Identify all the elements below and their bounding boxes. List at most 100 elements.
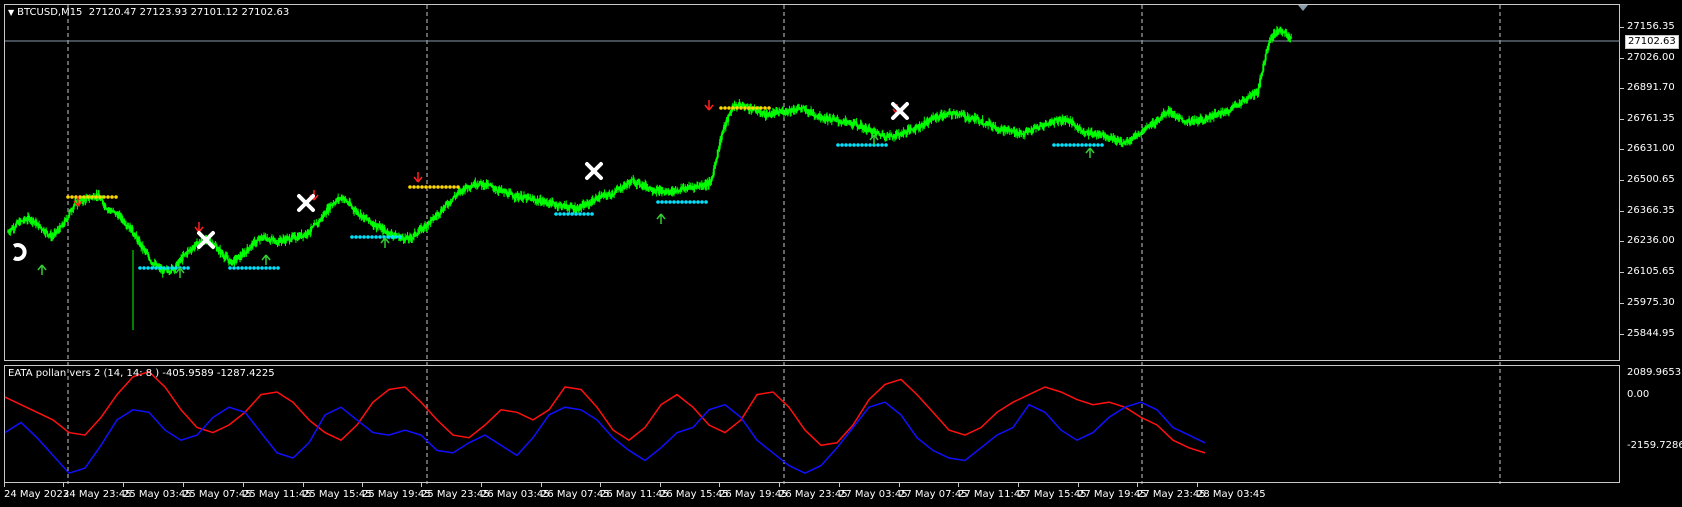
time-tick-mark [899,483,900,487]
resistance-dot [94,195,98,199]
buy-arrow-icon [1085,147,1095,158]
dropdown-triangle-icon[interactable]: ▼ [8,8,14,17]
support-dot [574,212,578,216]
candle-body [248,248,251,251]
time-tick-label: 28 May 03:45 [1197,489,1266,500]
support-dot [244,266,248,270]
support-dot [158,266,162,270]
resistance-dot [416,185,420,189]
resistance-dot [444,185,448,189]
support-dot [586,212,590,216]
candle-body [768,112,771,114]
time-tick-mark [1018,483,1019,487]
support-dot [390,235,394,239]
resistance-dot [452,185,456,189]
resistance-dot [82,195,86,199]
price-tick-mark [1620,88,1624,89]
resistance-dot [719,106,723,110]
support-dot [856,143,860,147]
buy-arrow-icon [656,213,666,224]
price-tick-label: 27156.35 [1627,21,1675,32]
indicator-tick-label: -2159.7286 [1627,440,1682,451]
sell-arrow-icon [194,222,204,233]
support-dot [228,266,232,270]
resistance-dot [763,106,767,110]
candle-body [227,259,230,261]
support-dot [1088,143,1092,147]
time-tick-mark [839,483,840,487]
price-tick-mark [1620,334,1624,335]
candle-body [416,232,419,236]
resistance-dot [456,185,460,189]
support-dot [366,235,370,239]
time-tick-mark [719,483,720,487]
support-dot [558,212,562,216]
support-dot [354,235,358,239]
support-dot [1056,143,1060,147]
price-tick-mark [1620,119,1624,120]
resistance-dot [735,106,739,110]
support-dot [264,266,268,270]
candle-body [1173,112,1176,117]
time-tick-mark [1078,483,1079,487]
indicator-label: EATA pollan vers 2 (14, 14: 8 ) [8,368,160,379]
buy-arrow-icon [175,267,185,278]
support-dot [656,200,660,204]
support-dot [696,200,700,204]
candle-body [712,168,715,176]
sell-arrow-icon [704,100,714,111]
price-tick-mark [1620,211,1624,212]
price-tick-mark [1620,27,1624,28]
time-tick-label: 27 May 15:45 [1018,489,1087,500]
support-dot [676,200,680,204]
resistance-dot [412,185,416,189]
price-tick-label: 26761.35 [1627,113,1675,124]
support-dot [1096,143,1100,147]
time-tick-mark [660,483,661,487]
time-tick-label: 24 May 23:45 [63,489,132,500]
time-tick-label: 27 May 03:45 [839,489,908,500]
resistance-dot [743,106,747,110]
time-tick-label: 26 May 03:45 [481,489,550,500]
support-dot [578,212,582,216]
support-dot [876,143,880,147]
support-dot [1080,143,1084,147]
support-dot [884,143,888,147]
support-dot [852,143,856,147]
time-tick-label: 25 May 23:45 [421,489,490,500]
support-dot [166,266,170,270]
time-tick-mark [183,483,184,487]
support-dot [836,143,840,147]
support-dot [378,235,382,239]
indicator-blue-line [4,401,1206,475]
price-tick-label: 25975.30 [1627,297,1675,308]
support-dot [554,212,558,216]
resistance-dot [747,106,751,110]
symbol-info: ▼ BTCUSD,M15 27120.47 27123.93 27101.12 2… [8,7,289,18]
support-dot [848,143,852,147]
candle-body [1267,42,1270,47]
support-dot [880,143,884,147]
resistance-dot [110,195,114,199]
price-tick-label: 26366.35 [1627,205,1675,216]
support-dot [1084,143,1088,147]
support-dot [566,212,570,216]
support-dot [1064,143,1068,147]
time-tick-mark [1137,483,1138,487]
buy-arrow-icon [261,254,271,265]
support-dot [1092,143,1096,147]
candle-body [1259,78,1262,87]
support-dot [358,235,362,239]
candle-body [630,179,633,183]
support-dot [174,266,178,270]
support-dot [660,200,664,204]
support-dot [232,266,236,270]
candle-body [1239,104,1242,106]
time-tick-mark [600,483,601,487]
price-tick-label: 26105.65 [1627,266,1675,277]
price-tick-mark [1620,149,1624,150]
ohlc-values: 27120.47 27123.93 27101.12 27102.63 [88,7,290,18]
indicator-values: -405.9589 -1287.4225 [162,368,275,379]
support-dot [704,200,708,204]
time-tick-label: 24 May 2023 [4,489,70,500]
